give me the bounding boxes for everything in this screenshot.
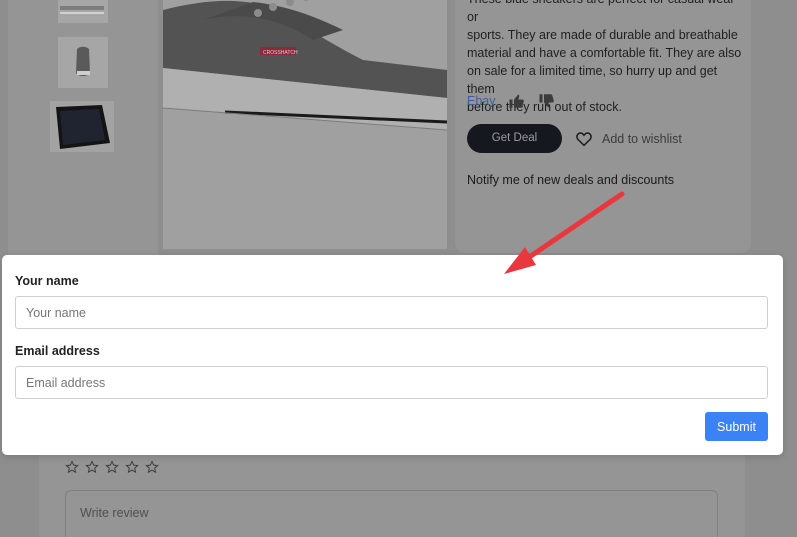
thumbs-down-icon[interactable]	[538, 92, 556, 110]
description-line: sports. They are made of durable and bre…	[467, 28, 738, 42]
review-textarea[interactable]: Write review	[65, 490, 718, 537]
thumbnail-shoe-side[interactable]	[58, 0, 108, 23]
email-input[interactable]	[15, 366, 768, 399]
shoe-brand-tag-text: CROSSHATCH	[263, 50, 298, 56]
name-label: Your name	[15, 274, 79, 288]
submit-button[interactable]: Submit	[705, 412, 768, 441]
laptop-thumbnail-image	[50, 101, 114, 152]
star-outline-icon[interactable]	[145, 460, 159, 474]
sneaker-image: CROSSHATCH	[163, 0, 447, 249]
thumbnail-shoe-back[interactable]	[58, 37, 108, 88]
review-placeholder: Write review	[80, 506, 149, 520]
star-outline-icon[interactable]	[125, 460, 139, 474]
description-line: These blue sneakers are perfect for casu…	[467, 0, 735, 24]
shoe-back-thumbnail-image	[58, 37, 108, 88]
store-link[interactable]: Ebay	[467, 94, 496, 108]
star-outline-icon[interactable]	[85, 460, 99, 474]
notify-deals-text: Notify me of new deals and discounts	[467, 173, 675, 187]
rating-stars	[65, 460, 159, 474]
store-row: Ebay	[467, 92, 556, 110]
email-label: Email address	[15, 344, 100, 358]
screen: CROSSHATCH These blue sneakers are perfe…	[0, 0, 797, 537]
product-main-image: CROSSHATCH	[163, 0, 447, 249]
name-input[interactable]	[15, 296, 768, 329]
deal-actions: Get Deal Add to wishlist	[467, 124, 682, 153]
thumbnail-laptop[interactable]	[50, 101, 114, 152]
get-deal-button[interactable]: Get Deal	[467, 124, 562, 153]
shoe-thumbnail-image	[58, 0, 108, 23]
thumbs-up-icon[interactable]	[508, 92, 526, 110]
notify-signup-modal: Your name Email address Submit	[2, 255, 783, 455]
heart-icon[interactable]	[575, 130, 593, 148]
add-to-wishlist-link[interactable]: Add to wishlist	[602, 132, 682, 146]
star-outline-icon[interactable]	[65, 460, 79, 474]
description-line: material and have a comfortable fit. The…	[467, 46, 742, 60]
star-outline-icon[interactable]	[105, 460, 119, 474]
